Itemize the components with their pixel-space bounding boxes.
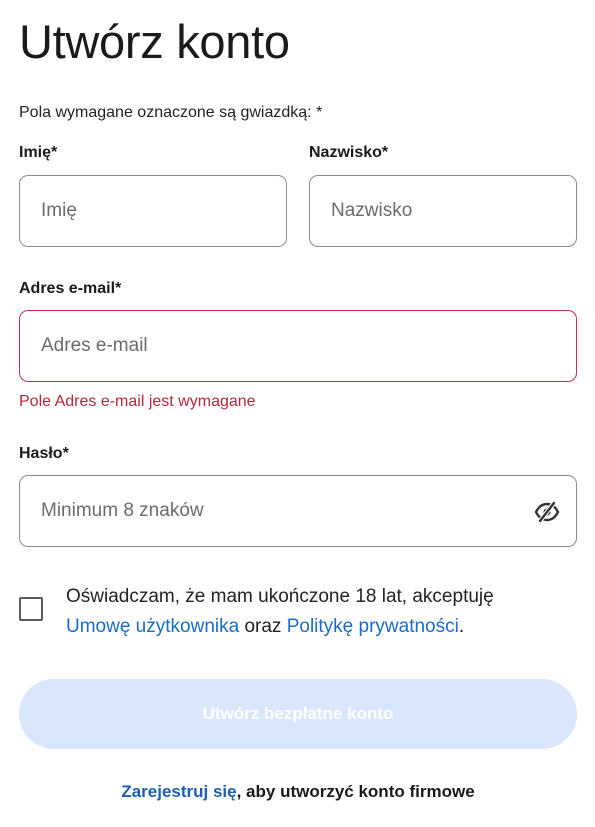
- password-input[interactable]: [20, 476, 576, 546]
- eye-off-icon[interactable]: [534, 500, 560, 524]
- consent-text-before: Oświadczam, że mam ukończone 18 lat, akc…: [66, 586, 494, 607]
- password-label: Hasło*: [19, 445, 69, 462]
- business-account-text: , aby utworzyć konto firmowe: [236, 782, 475, 801]
- email-error-message: Pole Adres e-mail jest wymagane: [19, 393, 256, 410]
- consent-text-middle: oraz: [244, 616, 282, 637]
- last-name-input[interactable]: [310, 176, 576, 246]
- register-link[interactable]: Zarejestruj się: [121, 782, 236, 801]
- business-account-prompt: Zarejestruj się, aby utworzyć konto firm…: [19, 782, 577, 802]
- terms-link[interactable]: Umowę użytkownika: [66, 616, 239, 637]
- privacy-policy-link[interactable]: Politykę prywatności: [287, 616, 459, 637]
- consent-checkbox[interactable]: [19, 597, 43, 621]
- first-name-input[interactable]: [20, 176, 286, 246]
- consent-text-end: .: [458, 616, 465, 637]
- first-name-field-box: [19, 175, 287, 247]
- last-name-field-box: [309, 175, 577, 247]
- required-fields-note: Pola wymagane oznaczone są gwiazdką: *: [19, 104, 323, 121]
- email-label: Adres e-mail*: [19, 280, 122, 297]
- last-name-label: Nazwisko*: [309, 144, 389, 161]
- password-field-box: [19, 475, 577, 547]
- first-name-label: Imię*: [19, 144, 58, 161]
- email-input[interactable]: [20, 311, 576, 381]
- create-account-button[interactable]: Utwórz bezpłatne konto: [19, 679, 577, 749]
- consent-text: Oświadczam, że mam ukończone 18 lat, akc…: [66, 582, 566, 642]
- email-field-box: [19, 310, 577, 382]
- page-title: Utwórz konto: [19, 15, 290, 68]
